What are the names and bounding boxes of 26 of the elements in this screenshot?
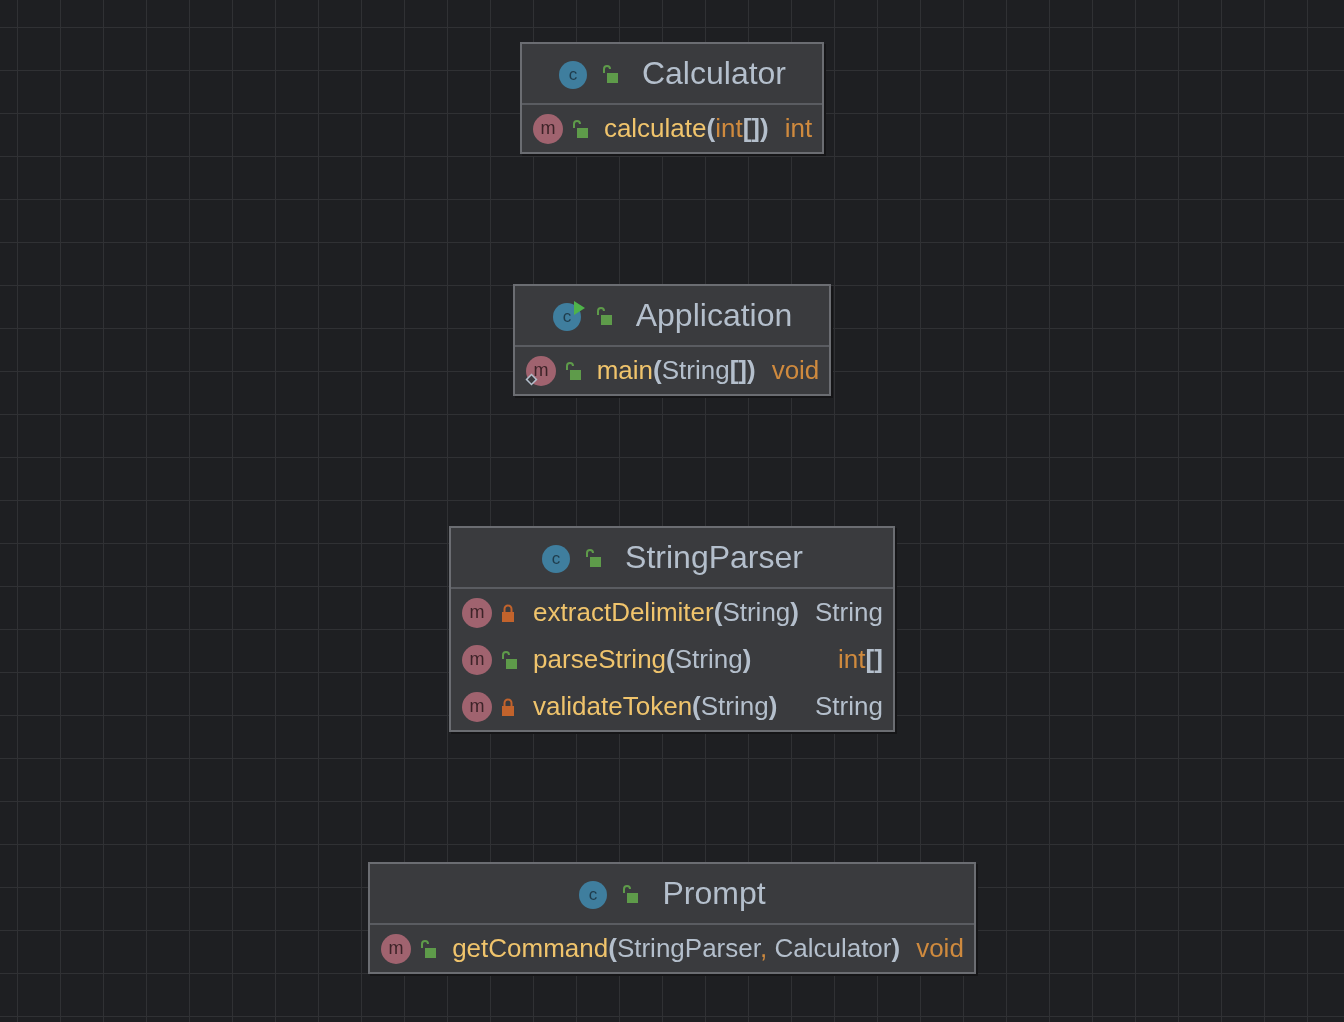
- class-node[interactable]: c StringParser m extractDelimiter(String) String m parseString(String) int[] m validateToken(String) String: [449, 526, 895, 732]
- return-type: String: [814, 690, 883, 723]
- method-icon: m: [380, 932, 413, 965]
- method-icon: m: [461, 596, 494, 629]
- method-signature: extractDelimiter(String): [533, 596, 799, 629]
- method-signature: parseString(String): [533, 643, 753, 676]
- class-name: Prompt: [662, 875, 766, 912]
- class-name: Application: [635, 297, 793, 334]
- class-name: StringParser: [625, 539, 803, 576]
- entry-method-icon: m: [524, 354, 557, 387]
- class-node[interactable]: c Application m main(String[]) void: [512, 284, 832, 396]
- class-name: Calculator: [641, 55, 786, 92]
- return-type: int: [784, 112, 813, 145]
- method-icon: m: [461, 690, 494, 723]
- class-node[interactable]: c Calculator m calculate(int[]) int: [519, 42, 825, 154]
- method-signature: calculate(int[]): [603, 112, 769, 145]
- class-node[interactable]: c Prompt m getCommand(StringParser, Calculator) void: [368, 862, 976, 974]
- method-icon: m: [461, 643, 494, 676]
- method-signature: validateToken(String): [533, 690, 779, 723]
- method-icon: m: [531, 112, 564, 145]
- method-signature: main(String[]): [596, 354, 756, 387]
- return-type: int[]: [838, 643, 883, 676]
- return-type: void: [771, 354, 820, 387]
- return-type: void: [916, 932, 964, 965]
- return-type: String: [814, 596, 883, 629]
- method-signature: getCommand(StringParser, Calculator): [452, 932, 901, 965]
